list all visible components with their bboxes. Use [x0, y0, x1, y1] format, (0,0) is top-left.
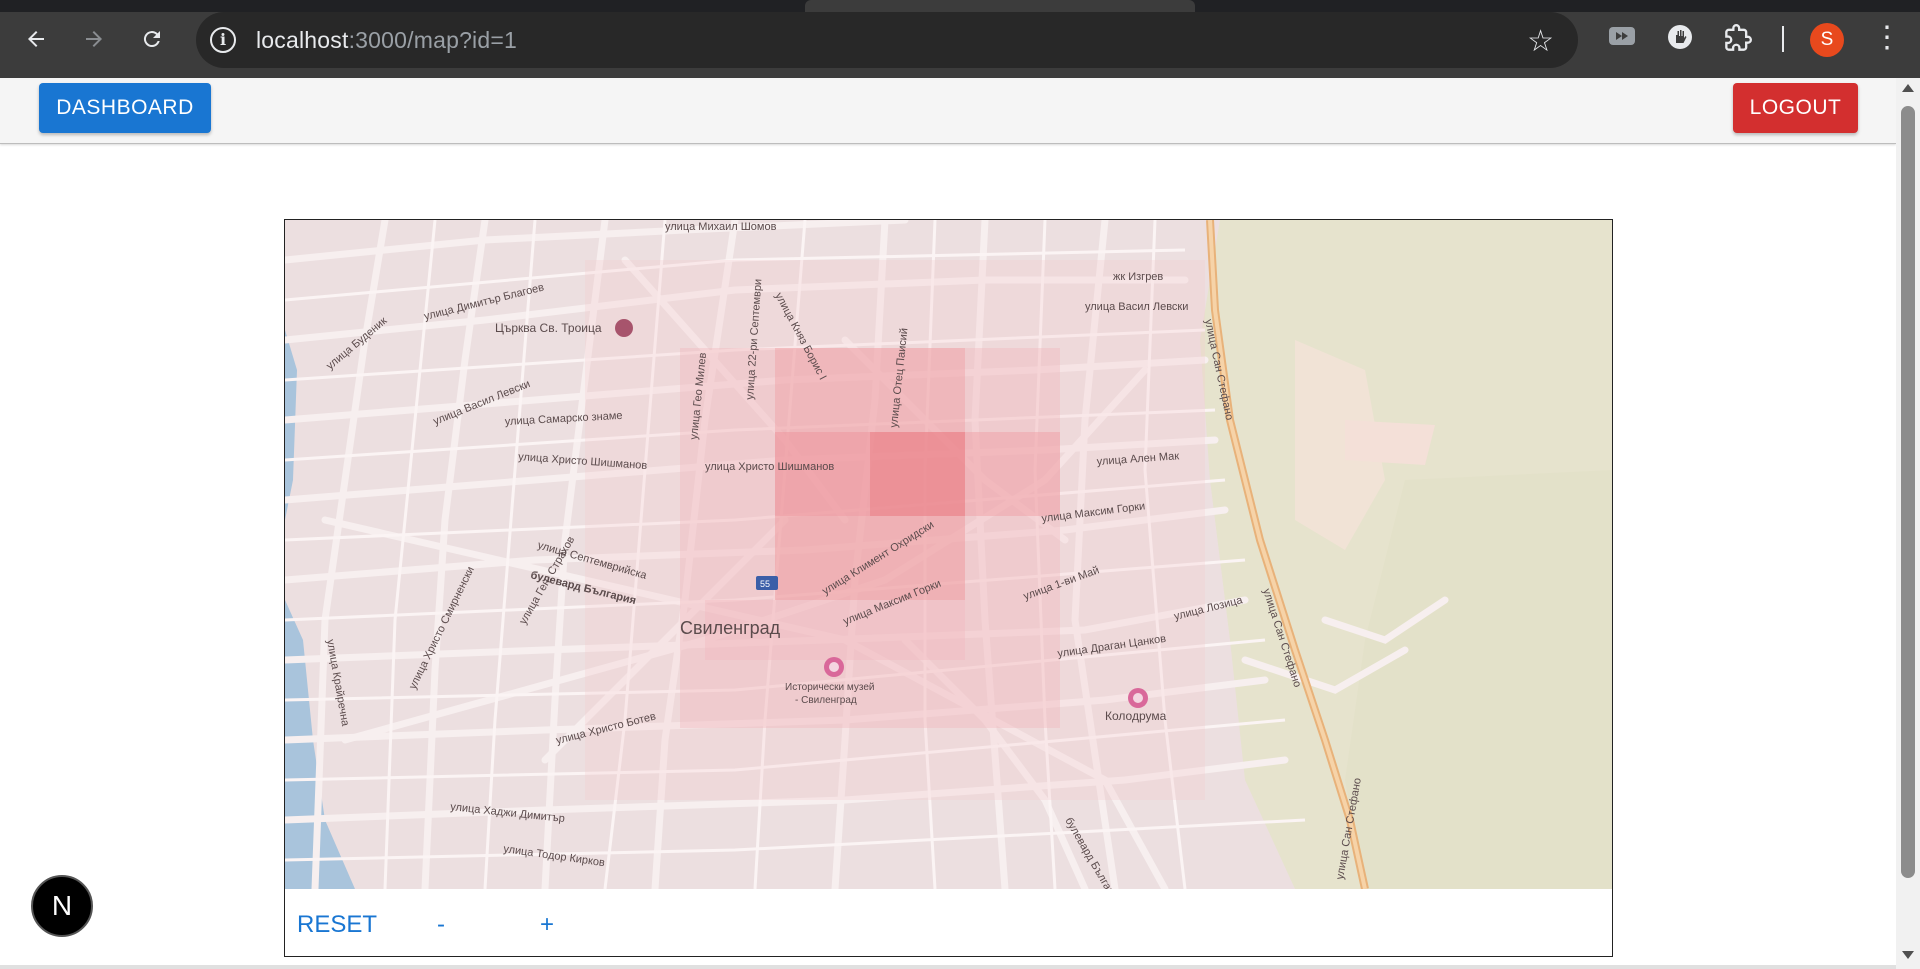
reset-button[interactable]: RESET	[297, 911, 377, 939]
map-canvas[interactable]: улица Михаил Шомов жк Изгрев улица Васил…	[285, 220, 1612, 889]
address-bar[interactable]: i localhost:3000/map?id=1 ☆	[196, 12, 1578, 68]
route-shield-label: 55	[760, 579, 770, 589]
dashboard-button[interactable]: DASHBOARD	[39, 83, 211, 133]
tab-strip	[0, 0, 1920, 12]
zoom-in-button[interactable]: +	[540, 911, 554, 939]
toolbar-divider	[1782, 26, 1784, 52]
map-street-label: жк Изгрев	[1113, 271, 1163, 283]
puzzle-extensions-icon[interactable]	[1724, 24, 1752, 59]
map-panel: улица Михаил Шомов жк Изгрев улица Васил…	[284, 219, 1613, 957]
heatmap-map[interactable]: улица Михаил Шомов жк Изгрев улица Васил…	[285, 220, 1612, 889]
kolodruma-label: Колодрума	[1105, 709, 1167, 723]
page-bottom-edge	[0, 965, 1896, 969]
town-label: Свиленград	[680, 618, 781, 638]
forward-arrow-icon[interactable]	[76, 21, 112, 57]
url-text[interactable]: localhost:3000/map?id=1	[256, 27, 517, 54]
church-label: Църква Св. Троица	[495, 321, 602, 335]
back-arrow-icon[interactable]	[18, 21, 54, 57]
active-tab-edge[interactable]	[805, 0, 1195, 12]
scrollbar-thumb[interactable]	[1901, 106, 1915, 878]
site-info-icon[interactable]: i	[210, 27, 236, 53]
map-street-label: улица Христо Шишманов	[705, 461, 834, 473]
museum-label-2: - Свиленград	[795, 695, 857, 706]
url-path: :3000/map?id=1	[348, 27, 517, 53]
browser-toolbar: i localhost:3000/map?id=1 ☆ S ⋮	[0, 0, 1920, 78]
map-controls: RESET - +	[285, 889, 1612, 956]
map-street-label: улица Михаил Шомов	[665, 221, 777, 233]
page-scrollbar[interactable]	[1896, 78, 1920, 969]
scroll-down-arrow-icon[interactable]	[1902, 951, 1914, 959]
bookmark-star-icon[interactable]: ☆	[1527, 24, 1554, 59]
map-street-label: улица Васил Левски	[1085, 301, 1188, 313]
reload-icon[interactable]	[134, 21, 170, 57]
logout-button[interactable]: LOGOUT	[1733, 83, 1858, 133]
profile-avatar[interactable]: S	[1810, 23, 1844, 57]
museum-label: Исторически музей	[785, 682, 874, 693]
media-extension-icon[interactable]	[1608, 24, 1636, 55]
app-header: DASHBOARD LOGOUT	[0, 78, 1896, 144]
zoom-out-button[interactable]: -	[437, 911, 445, 939]
scroll-up-arrow-icon[interactable]	[1902, 84, 1914, 92]
kebab-menu-icon[interactable]: ⋮	[1872, 20, 1902, 56]
url-host: localhost	[256, 27, 349, 53]
hand-extension-icon[interactable]	[1667, 24, 1693, 57]
nextjs-dev-badge[interactable]: N	[31, 875, 93, 937]
